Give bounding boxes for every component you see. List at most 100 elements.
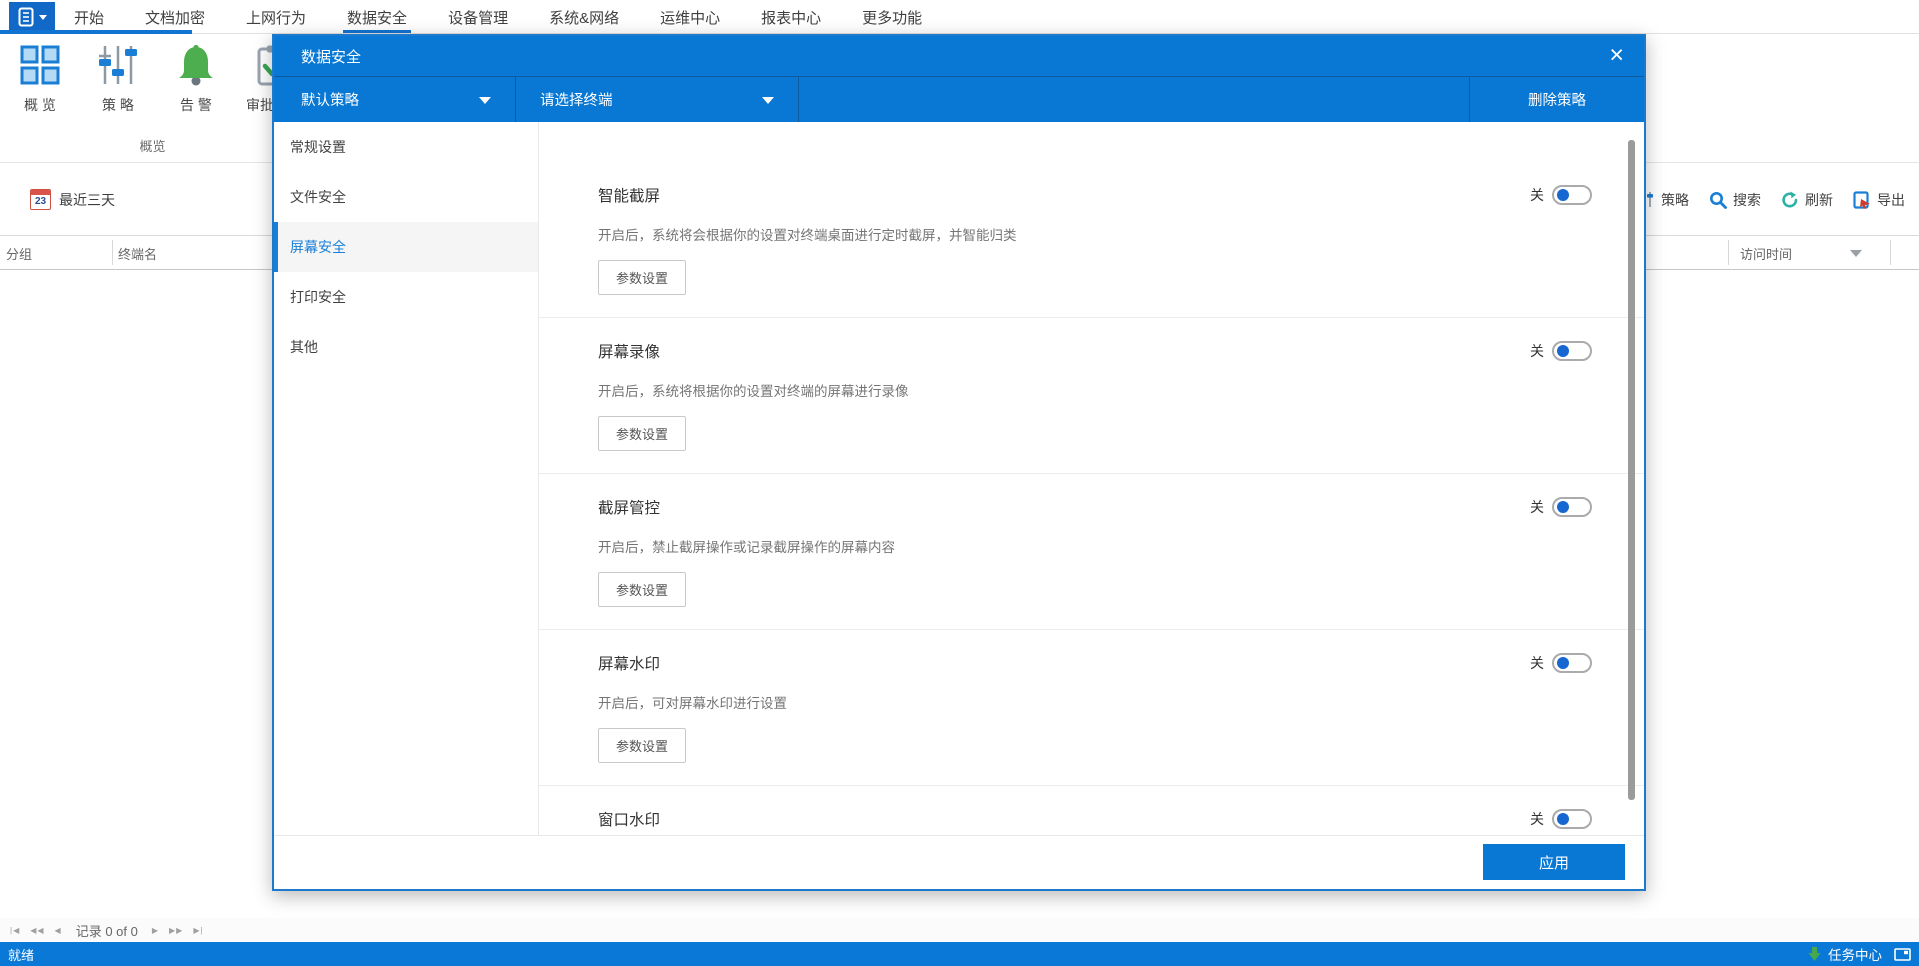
toggle-knob bbox=[1557, 501, 1569, 513]
setting-title: 窗口水印 bbox=[598, 812, 661, 829]
toggle-knob bbox=[1557, 189, 1569, 201]
terminal-dropdown-placeholder: 请选择终端 bbox=[540, 93, 613, 109]
sidebar-item-print-security[interactable]: 打印安全 bbox=[274, 272, 538, 322]
sidebar-item-file-security[interactable]: 文件安全 bbox=[274, 172, 538, 222]
apply-button[interactable]: 应用 bbox=[1483, 844, 1625, 880]
menu-item-data-security[interactable]: 数据安全 bbox=[343, 0, 412, 34]
menu-item-web-behavior[interactable]: 上网行为 bbox=[244, 0, 308, 34]
tool-label: 概 览 bbox=[24, 97, 56, 113]
pager-prev-button[interactable]: ◀ bbox=[55, 926, 62, 935]
menu-item-more-functions[interactable]: 更多功能 bbox=[860, 0, 924, 34]
action-label: 策略 bbox=[1661, 191, 1689, 208]
toggle-state-label: 关 bbox=[1530, 343, 1544, 359]
column-header-group[interactable]: 分组 bbox=[6, 236, 32, 270]
chevron-down-icon bbox=[479, 97, 491, 104]
menu-item-device-management[interactable]: 设备管理 bbox=[446, 0, 510, 34]
param-settings-button[interactable]: 参数设置 bbox=[598, 260, 687, 295]
dialog-footer: 应用 bbox=[274, 835, 1644, 889]
chevron-down-icon bbox=[762, 97, 774, 104]
delete-policy-button[interactable]: 删除策略 bbox=[1470, 77, 1644, 122]
screen-watermark-toggle[interactable] bbox=[1552, 653, 1592, 673]
toggle-state-label: 关 bbox=[1530, 811, 1544, 827]
tool-overview[interactable]: 概 览 bbox=[6, 42, 74, 115]
export-action[interactable]: 导出 bbox=[1853, 190, 1905, 210]
menu-item-system-network[interactable]: 系统&网络 bbox=[547, 0, 621, 34]
menu-item-ops-center[interactable]: 运维中心 bbox=[658, 0, 722, 34]
status-text: 就绪 bbox=[8, 947, 35, 963]
policy-dropdown[interactable]: 默认策略 bbox=[274, 77, 516, 122]
column-separator bbox=[1890, 240, 1891, 265]
task-center-label: 任务中心 bbox=[1828, 948, 1882, 963]
setting-smart-screenshot: 智能截屏 关 开启后，系统将会根据你的设置对终端桌面进行定时截屏，并智能归类 参… bbox=[539, 162, 1644, 318]
param-settings-button[interactable]: 参数设置 bbox=[598, 416, 687, 451]
search-action[interactable]: 搜索 bbox=[1709, 190, 1761, 210]
column-header-access-time[interactable]: 访问时间 bbox=[1740, 236, 1792, 270]
sidebar-item-screen-security[interactable]: 屏幕安全 bbox=[274, 222, 538, 272]
pager-next-page-button[interactable]: ▶▶ bbox=[169, 926, 183, 935]
date-range-filter[interactable]: 23 最近三天 bbox=[30, 163, 115, 236]
screen-recording-toggle[interactable] bbox=[1552, 341, 1592, 361]
date-range-label: 最近三天 bbox=[59, 191, 115, 208]
status-bar: 就绪 任务中心 bbox=[0, 942, 1919, 966]
settings-panel: 智能截屏 关 开启后，系统将会根据你的设置对终端桌面进行定时截屏，并智能归类 参… bbox=[539, 122, 1644, 835]
app-menu-button[interactable] bbox=[9, 2, 55, 32]
status-bar-right: 任务中心 bbox=[1808, 942, 1911, 966]
terminal-dropdown[interactable]: 请选择终端 bbox=[516, 77, 799, 122]
toggle-knob bbox=[1557, 657, 1569, 669]
setting-screen-watermark: 屏幕水印 关 开启后，可对屏幕水印进行设置 参数设置 bbox=[539, 630, 1644, 786]
column-separator bbox=[112, 240, 113, 265]
menu-bar: 开始 文档加密 上网行为 数据安全 设备管理 系统&网络 运维中心 报表中心 更… bbox=[0, 0, 1919, 34]
column-separator bbox=[1728, 240, 1729, 265]
chevron-down-icon bbox=[38, 14, 47, 20]
pager-last-button[interactable]: ▶| bbox=[193, 926, 203, 935]
sidebar-item-general-settings[interactable]: 常规设置 bbox=[274, 122, 538, 172]
column-filter-caret-icon[interactable] bbox=[1850, 250, 1862, 257]
setting-screenshot-control: 截屏管控 关 开启后，禁止截屏操作或记录截屏操作的屏幕内容 参数设置 bbox=[539, 474, 1644, 630]
tool-policy[interactable]: 策 略 bbox=[84, 42, 152, 115]
menu-item-start[interactable]: 开始 bbox=[72, 0, 106, 34]
setting-description: 开启后，系统将会根据你的设置对终端桌面进行定时截屏，并智能归类 bbox=[598, 228, 1017, 243]
param-settings-button[interactable]: 参数设置 bbox=[598, 572, 687, 607]
menu-item-doc-encryption[interactable]: 文档加密 bbox=[143, 0, 207, 34]
setting-description: 开启后，可对屏幕水印进行设置 bbox=[598, 696, 787, 711]
action-label: 导出 bbox=[1877, 191, 1905, 208]
ribbon-group-label: 概览 bbox=[139, 139, 166, 154]
dialog-title: 数据安全 bbox=[301, 48, 362, 66]
pager-prev-page-button[interactable]: ◀◀ bbox=[30, 926, 44, 935]
calendar-icon: 23 bbox=[30, 189, 51, 210]
toggle-knob bbox=[1557, 345, 1569, 357]
setting-title: 屏幕水印 bbox=[598, 656, 661, 673]
dialog-sidebar: 常规设置 文件安全 屏幕安全 打印安全 其他 bbox=[274, 122, 539, 835]
param-settings-button[interactable]: 参数设置 bbox=[598, 728, 687, 763]
setting-description: 开启后，系统将根据你的设置对终端的屏幕进行录像 bbox=[598, 384, 909, 399]
refresh-action[interactable]: 刷新 bbox=[1781, 190, 1833, 210]
task-center-button[interactable]: 任务中心 bbox=[1808, 944, 1882, 964]
column-header-terminal[interactable]: 终端名 bbox=[118, 236, 157, 270]
screenshot-control-toggle[interactable] bbox=[1552, 497, 1592, 517]
smart-screenshot-toggle[interactable] bbox=[1552, 185, 1592, 205]
ribbon-tools: 概 览 策 略 告 警 bbox=[6, 42, 308, 115]
policy-sliders-icon bbox=[95, 42, 141, 88]
dialog-title-bar: 数据安全 × bbox=[274, 36, 1644, 76]
setting-screen-recording: 屏幕录像 关 开启后，系统将根据你的设置对终端的屏幕进行录像 参数设置 bbox=[539, 318, 1644, 474]
pager-first-button[interactable]: |◀ bbox=[10, 926, 20, 935]
record-count-text: 记录 0 of 0 bbox=[75, 923, 138, 939]
app-menu-icon bbox=[18, 7, 33, 27]
setting-title: 屏幕录像 bbox=[598, 344, 661, 361]
window-watermark-toggle[interactable] bbox=[1552, 809, 1592, 829]
tool-alert[interactable]: 告 警 bbox=[162, 42, 230, 115]
alert-bell-icon bbox=[173, 42, 219, 88]
export-icon bbox=[1853, 190, 1870, 209]
sidebar-item-other[interactable]: 其他 bbox=[274, 322, 538, 372]
close-icon[interactable]: × bbox=[1609, 41, 1624, 69]
pager-next-button[interactable]: ▶ bbox=[152, 926, 159, 935]
toggle-state-label: 关 bbox=[1530, 187, 1544, 203]
download-arrow-icon bbox=[1808, 946, 1821, 961]
pagination-bar: |◀ ◀◀ ◀ 记录 0 of 0 ▶ ▶▶ ▶| bbox=[0, 918, 1919, 942]
dropdown-bar-spacer bbox=[799, 77, 1470, 122]
scrollbar-thumb[interactable] bbox=[1628, 140, 1635, 800]
refresh-icon bbox=[1782, 191, 1798, 207]
menu-item-report-center[interactable]: 报表中心 bbox=[759, 0, 823, 34]
application-window: 开始 文档加密 上网行为 数据安全 设备管理 系统&网络 运维中心 报表中心 更… bbox=[0, 0, 1919, 966]
task-window-icon[interactable] bbox=[1894, 947, 1911, 961]
